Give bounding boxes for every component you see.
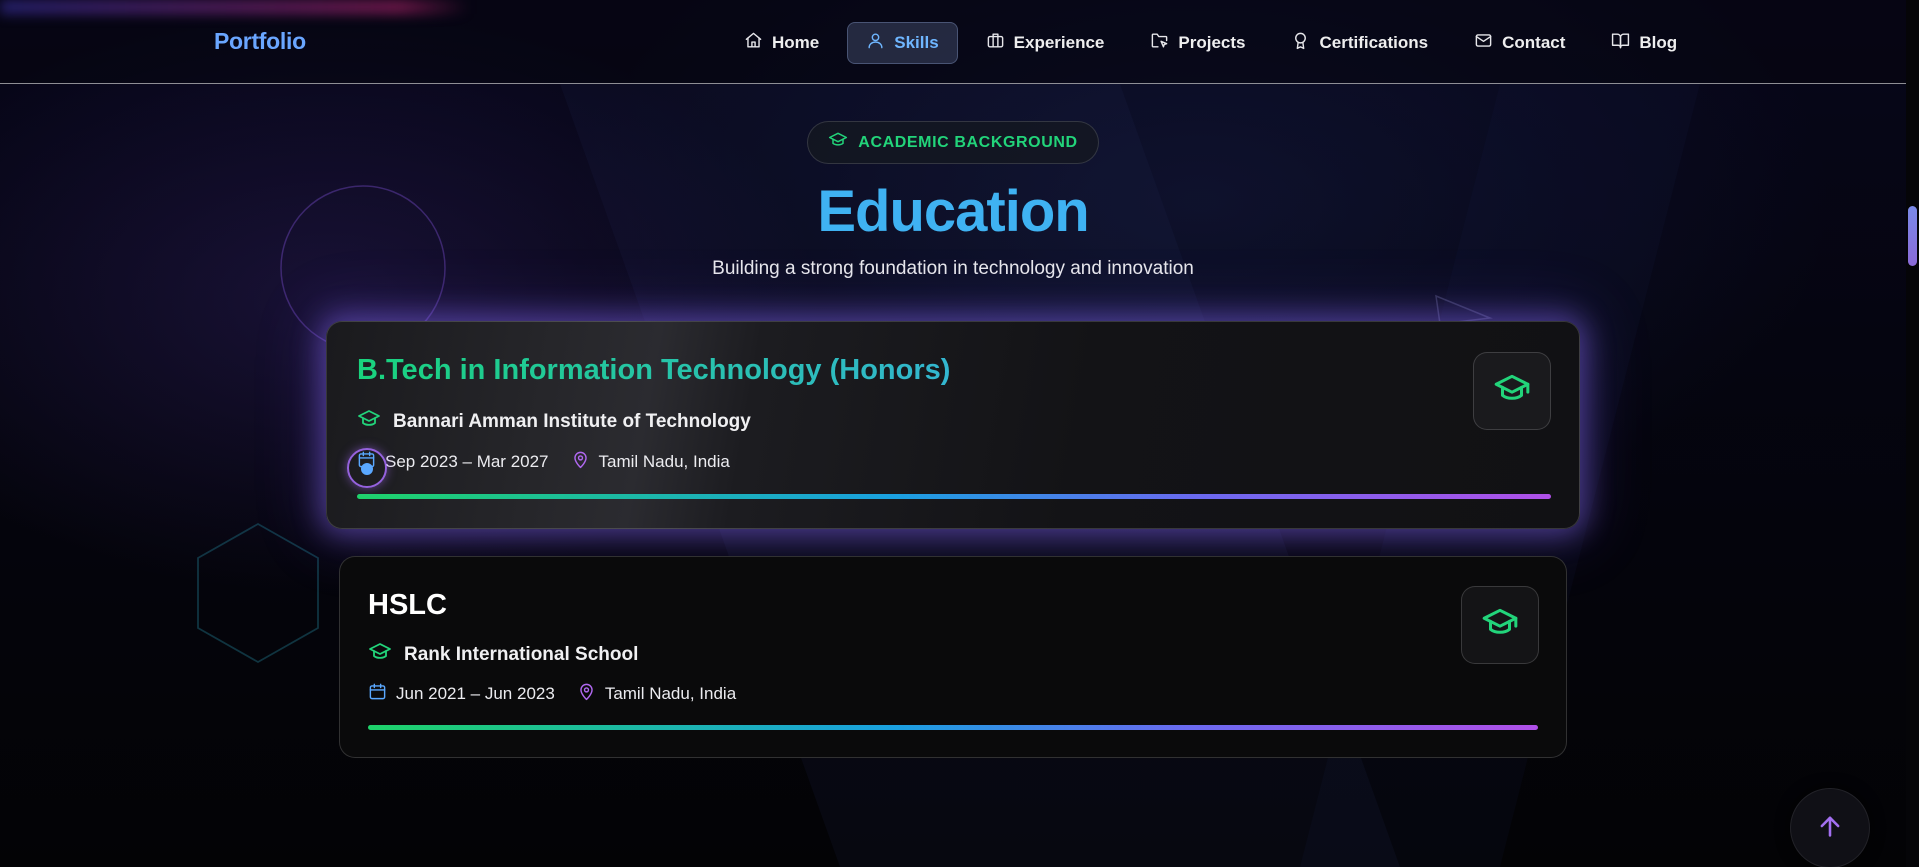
- location-text: Tamil Nadu, India: [598, 452, 730, 471]
- home-icon: [744, 31, 763, 55]
- section-badge: ACADEMIC BACKGROUND: [807, 121, 1099, 164]
- nav-item-label: Experience: [1013, 33, 1105, 52]
- nav-menu: Home Skills Experience Projects Certific…: [726, 22, 1695, 64]
- card-icon-box: [1461, 586, 1539, 664]
- navbar-glow: [0, 0, 470, 14]
- institution-name: Rank International School: [404, 644, 639, 665]
- gradient-divider: [368, 725, 1538, 730]
- calendar-icon: [368, 682, 387, 706]
- mail-icon: [1474, 31, 1493, 55]
- nav-item-certifications[interactable]: Certifications: [1273, 22, 1446, 64]
- navbar: Portfolio Home Skills Experience Project…: [0, 0, 1906, 84]
- education-card[interactable]: B.Tech in Information Technology (Honors…: [326, 321, 1580, 529]
- location: Tamil Nadu, India: [571, 450, 730, 474]
- education-card[interactable]: HSLC Rank International School Jun 2021 …: [339, 556, 1567, 758]
- institution-name: Bannari Amman Institute of Technology: [393, 411, 751, 432]
- gradient-divider: [357, 494, 1551, 499]
- nav-item-blog[interactable]: Blog: [1593, 22, 1695, 64]
- card-icon-box: [1473, 352, 1551, 430]
- book-icon: [1611, 31, 1630, 55]
- nav-item-label: Projects: [1178, 33, 1246, 52]
- nav-item-label: Certifications: [1319, 33, 1429, 52]
- arrow-up-icon: [1816, 812, 1844, 845]
- nav-item-home[interactable]: Home: [726, 22, 837, 64]
- education-meta: Sep 2023 – Mar 2027 Tamil Nadu, India: [357, 450, 742, 474]
- nav-item-label: Home: [772, 33, 820, 52]
- nav-item-experience[interactable]: Experience: [968, 22, 1123, 64]
- degree-title: B.Tech in Information Technology (Honors…: [357, 354, 951, 386]
- nav-item-label: Contact: [1502, 33, 1566, 52]
- section-subtitle: Building a strong foundation in technolo…: [712, 258, 1194, 279]
- section-badge-label: ACADEMIC BACKGROUND: [858, 133, 1078, 151]
- scrollbar-thumb[interactable]: [1908, 206, 1917, 266]
- map-pin-icon: [571, 450, 590, 474]
- location-text: Tamil Nadu, India: [604, 684, 737, 703]
- graduation-cap-icon: [828, 130, 848, 155]
- brand-logo[interactable]: Portfolio: [214, 28, 306, 55]
- section-title: Education: [817, 179, 1089, 244]
- scrollbar-track[interactable]: [1906, 0, 1919, 867]
- graduation-cap-icon: [368, 640, 392, 670]
- education-meta: Jun 2021 – Jun 2023 Tamil Nadu, India: [368, 682, 748, 706]
- cursor-dot: [361, 463, 373, 475]
- nav-item-label: Skills: [894, 33, 939, 52]
- institution: Bannari Amman Institute of Technology: [357, 407, 751, 437]
- user-icon: [866, 31, 885, 55]
- nav-item-label: Blog: [1639, 33, 1678, 52]
- period: Jun 2021 – Jun 2023: [368, 682, 555, 706]
- nav-item-projects[interactable]: Projects: [1132, 22, 1263, 64]
- back-to-top-button[interactable]: [1790, 788, 1870, 867]
- institution: Rank International School: [368, 640, 638, 670]
- period-text: Sep 2023 – Mar 2027: [385, 452, 549, 471]
- folder-cursor-icon: [1150, 31, 1169, 55]
- graduation-cap-icon: [1481, 604, 1519, 647]
- award-icon: [1291, 31, 1310, 55]
- location: Tamil Nadu, India: [577, 682, 736, 706]
- period-text: Jun 2021 – Jun 2023: [396, 684, 555, 703]
- briefcase-icon: [986, 31, 1005, 55]
- nav-item-skills[interactable]: Skills: [847, 22, 958, 64]
- degree-title: HSLC: [368, 589, 447, 621]
- graduation-cap-icon: [1493, 370, 1531, 413]
- map-pin-icon: [577, 682, 596, 706]
- graduation-cap-icon: [357, 407, 381, 437]
- nav-item-contact[interactable]: Contact: [1456, 22, 1583, 64]
- page: Portfolio Home Skills Experience Project…: [0, 0, 1919, 867]
